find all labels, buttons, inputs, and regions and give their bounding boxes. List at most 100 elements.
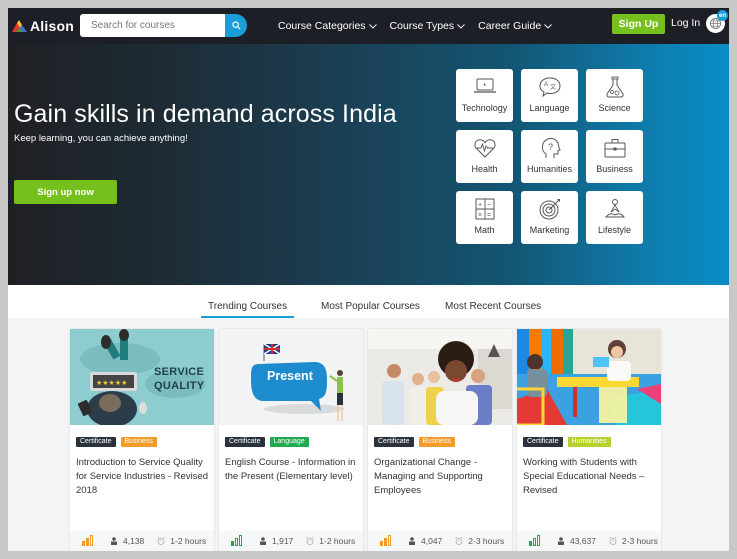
svg-text:?: ? (548, 142, 553, 152)
thumbnail-caption: Present (267, 369, 313, 383)
category-badge: Humanities (567, 437, 611, 447)
course-thumbnail[interactable] (368, 329, 512, 425)
category-humanities[interactable]: ? Humanities (521, 130, 578, 183)
course-duration: 1-2 hours (157, 536, 206, 546)
type-badge: Certificate (76, 437, 116, 447)
course-title[interactable]: English Course - Information in the Pres… (225, 456, 359, 484)
course-title[interactable]: Working with Students with Special Educa… (523, 456, 657, 498)
alarm-clock-icon (609, 537, 617, 545)
category-science[interactable]: Science (586, 69, 643, 122)
level-bars-icon (380, 535, 394, 546)
learners-count: 4,138 (110, 536, 144, 546)
duration-value: 2-3 hours (622, 536, 658, 546)
category-math[interactable]: + − × = Math (456, 191, 513, 244)
category-health[interactable]: Health (456, 130, 513, 183)
category-badge: Language (269, 437, 309, 447)
calculator-icon: + − × = (475, 198, 494, 220)
course-card[interactable]: ★★★★★ SERVICE QUALITY Certificate Busine… (70, 329, 214, 551)
hero-banner: Gain skills in demand across India Keep … (8, 44, 729, 285)
classroom-photo (517, 329, 661, 425)
course-card[interactable]: Present Certificate Language English Cou… (219, 329, 363, 551)
brand-logo[interactable]: Alison (12, 18, 74, 34)
course-meta: 43,637 2-3 hours (517, 531, 661, 551)
svg-text:★★★★★: ★★★★★ (96, 379, 127, 387)
course-badges: Certificate Business (76, 437, 157, 447)
type-badge: Certificate (523, 437, 563, 447)
level-bars-icon (529, 535, 543, 546)
sign-up-now-button[interactable]: Sign up now (14, 180, 117, 204)
category-label: Humanities (526, 164, 573, 174)
user-icon (260, 537, 266, 545)
learners-count: 43,637 (557, 536, 596, 546)
search-icon (231, 21, 240, 30)
course-duration: 1-2 hours (306, 536, 355, 546)
category-badge: Business (120, 437, 157, 447)
course-duration: 2-3 hours (455, 536, 504, 546)
sign-up-button[interactable]: Sign Up (612, 14, 665, 34)
search-button[interactable] (225, 14, 247, 37)
chevron-down-icon (544, 23, 552, 29)
meditation-icon (604, 199, 625, 218)
hero-title: Gain skills in demand across India (14, 100, 397, 128)
learners-value: 1,917 (272, 536, 294, 546)
thumbnail-caption: SERVICE QUALITY (154, 366, 205, 392)
flask-icon (605, 76, 624, 98)
log-in-link[interactable]: Log In (671, 17, 700, 29)
category-grid: Technology A 文 Language Science Health ?… (456, 69, 643, 244)
category-technology[interactable]: Technology (456, 69, 513, 122)
course-thumbnail[interactable] (517, 329, 661, 425)
svg-text:−: − (487, 202, 491, 209)
course-thumbnail[interactable]: Present (219, 329, 363, 425)
learners-count: 4,047 (408, 536, 442, 546)
language-badge: en (717, 10, 728, 21)
menu-course-categories[interactable]: Course Categories (278, 20, 377, 32)
user-icon (111, 537, 117, 545)
course-meta: 4,138 1-2 hours (70, 531, 214, 551)
course-badges: Certificate Humanities (523, 437, 611, 447)
course-duration: 2-3 hours (609, 536, 658, 546)
search-bar (80, 14, 247, 37)
briefcase-icon (604, 139, 625, 158)
search-input[interactable] (80, 14, 225, 37)
user-icon (409, 537, 415, 545)
menu-career-guide[interactable]: Career Guide (478, 20, 552, 32)
learners-value: 43,637 (570, 536, 596, 546)
course-title[interactable]: Introduction to Service Quality for Serv… (76, 456, 210, 498)
menu-label: Course Categories (278, 20, 366, 32)
main-menu: Course Categories Course Types Career Gu… (278, 8, 565, 44)
category-marketing[interactable]: Marketing (521, 191, 578, 244)
course-meta: 1,917 1-2 hours (219, 531, 363, 551)
alison-logo-icon (12, 20, 27, 32)
course-badges: Certificate Language (225, 437, 309, 447)
category-lifestyle[interactable]: Lifestyle (586, 191, 643, 244)
course-tabs: Trending Courses Most Popular Courses Mo… (8, 285, 729, 318)
laptop-icon (473, 78, 496, 93)
menu-label: Course Types (389, 20, 455, 32)
svg-text:×: × (478, 212, 482, 219)
menu-course-types[interactable]: Course Types (390, 20, 466, 32)
learners-value: 4,047 (421, 536, 443, 546)
course-meta: 4,047 2-3 hours (368, 531, 512, 551)
category-label: Technology (461, 103, 508, 113)
category-language[interactable]: A 文 Language (521, 69, 578, 122)
tab-most-recent-courses[interactable]: Most Recent Courses (445, 301, 541, 312)
category-badge: Business (418, 437, 455, 447)
svg-text:文: 文 (550, 83, 556, 91)
alarm-clock-icon (306, 537, 314, 545)
chevron-down-icon (368, 23, 377, 29)
course-thumbnail[interactable]: ★★★★★ SERVICE QUALITY (70, 329, 214, 425)
course-card[interactable]: Certificate Humanities Working with Stud… (517, 329, 661, 551)
top-navbar: Alison Course Categories Course Types Ca (8, 8, 729, 44)
brand-name: Alison (30, 18, 74, 34)
course-card[interactable]: Certificate Business Organizational Chan… (368, 329, 512, 551)
category-label: Lifestyle (597, 225, 632, 235)
category-business[interactable]: Business (586, 130, 643, 183)
type-badge: Certificate (225, 437, 265, 447)
alarm-clock-icon (157, 537, 165, 545)
tab-most-popular-courses[interactable]: Most Popular Courses (321, 301, 420, 312)
category-label: Health (471, 164, 498, 174)
course-title[interactable]: Organizational Change - Managing and Sup… (374, 456, 508, 498)
tab-trending-courses[interactable]: Trending Courses (200, 301, 295, 318)
svg-text:A: A (544, 82, 548, 88)
target-icon (539, 199, 560, 220)
